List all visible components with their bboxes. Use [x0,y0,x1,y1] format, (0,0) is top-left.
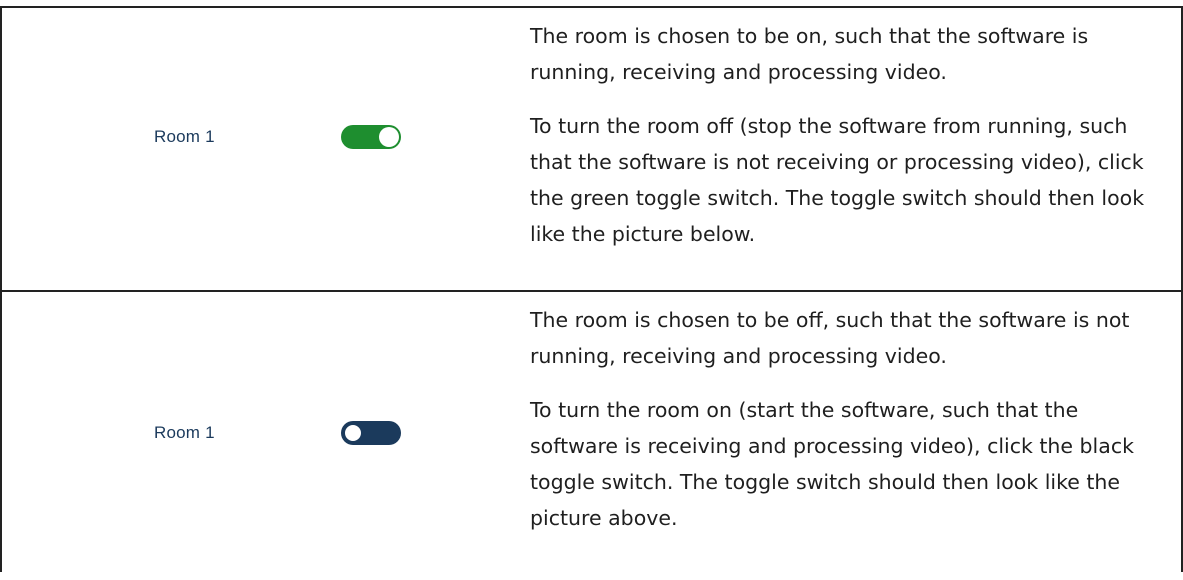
instruction-table: Room 1 The room is chosen to be on, such… [0,6,1183,572]
room-label: Room 1 [154,127,215,146]
description-paragraph: The room is chosen to be off, such that … [530,308,1130,368]
room-label: Room 1 [154,423,215,442]
toggle-knob [343,423,363,443]
description-paragraph: To turn the room off (stop the software … [530,114,1145,246]
description-cell: The room is chosen to be off, such that … [530,302,1170,554]
toggle-knob [379,127,399,147]
table-row-room-on: Room 1 The room is chosen to be on, such… [2,8,1181,290]
room-toggle-switch-on[interactable] [341,125,401,149]
description-cell: The room is chosen to be on, such that t… [530,18,1170,270]
description-paragraph: To turn the room on (start the software,… [530,398,1134,530]
table-row-room-off: Room 1 The room is chosen to be off, suc… [2,290,1181,580]
description-paragraph: The room is chosen to be on, such that t… [530,24,1089,84]
room-toggle-switch-off[interactable] [341,421,401,445]
